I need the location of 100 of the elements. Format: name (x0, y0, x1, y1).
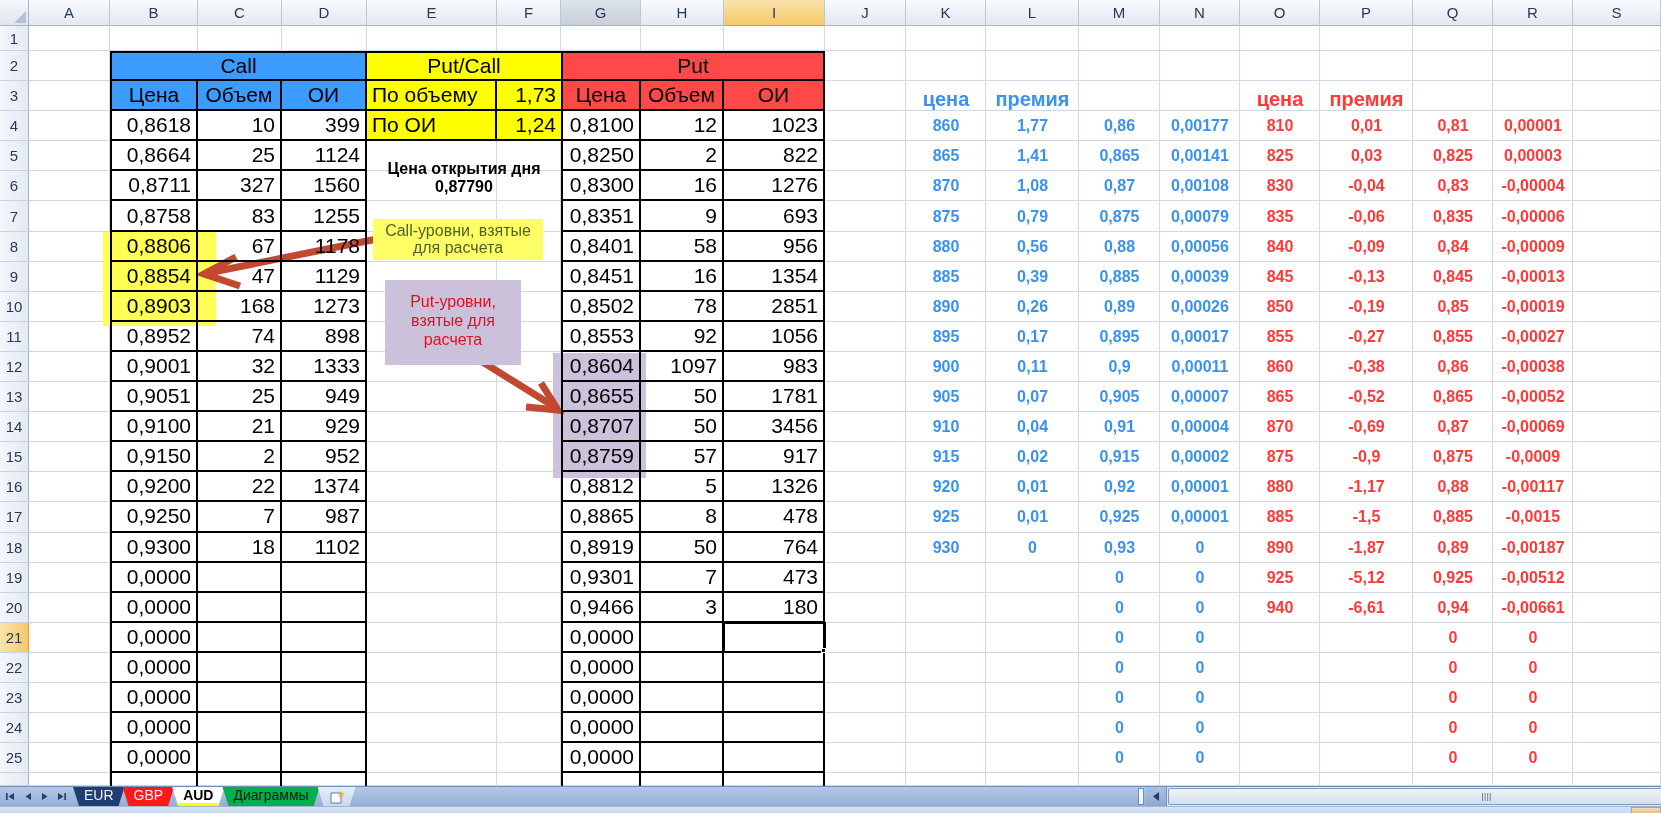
table-cell-text: 0,87 (1436, 417, 1470, 438)
column-header[interactable]: P (1320, 0, 1413, 26)
column-label: цена (1255, 86, 1305, 112)
table-cell: 0,0000 (110, 652, 198, 683)
row-header[interactable]: 12 (0, 351, 29, 383)
row-header[interactable]: 5 (0, 141, 29, 172)
row-header[interactable]: 13 (0, 382, 29, 413)
row-header[interactable]: 7 (0, 201, 29, 232)
row-header[interactable]: 3 (0, 81, 29, 112)
table-cell-text: 890 (1265, 537, 1295, 558)
column-header[interactable]: N (1160, 0, 1240, 26)
row-header[interactable]: 18 (0, 532, 29, 563)
table-cell-text: -0,00006 (1500, 206, 1566, 227)
row-header[interactable]: 19 (0, 562, 29, 593)
row-header[interactable]: 25 (0, 743, 29, 774)
table-cell: 1056 (724, 321, 825, 352)
column-header[interactable]: O (1240, 0, 1320, 26)
row-header[interactable]: 1 (0, 26, 29, 51)
table-cell-text: 0 (1447, 748, 1459, 769)
row-header[interactable]: 11 (0, 321, 29, 352)
table-cell: 0,8502 (561, 291, 641, 322)
table-cell-text: 0,885 (1431, 507, 1474, 528)
table-cell: 1124 (282, 141, 367, 172)
table-cell-text: 0,88 (1436, 477, 1470, 498)
column-header[interactable]: M (1079, 0, 1160, 26)
row-header[interactable]: 15 (0, 442, 29, 473)
column-header[interactable]: B (110, 0, 198, 26)
table-cell-text: -1,17 (1347, 477, 1386, 498)
table-cell-text: 0,00141 (1170, 146, 1230, 167)
column-header[interactable]: Q (1413, 0, 1493, 26)
table-cell-text: 865 (931, 146, 961, 167)
row-header[interactable]: 2 (0, 51, 29, 82)
table-cell: 0,8664 (110, 141, 198, 172)
table-cell-text: -0,0015 (1504, 507, 1562, 528)
row-header[interactable]: 4 (0, 111, 29, 142)
table-cell: 0,0000 (110, 682, 198, 714)
column-header[interactable]: R (1493, 0, 1573, 26)
table-cell-text: 0 (1194, 567, 1206, 588)
table-cell-text: 0,915 (1098, 447, 1141, 468)
row-header[interactable]: 16 (0, 472, 29, 503)
column-header[interactable]: D (282, 0, 367, 26)
column-header[interactable]: C (198, 0, 282, 26)
table-cell-text: 0,835 (1431, 206, 1474, 227)
column-header[interactable]: S (1573, 0, 1661, 26)
table-cell: 50 (641, 382, 724, 413)
column-header[interactable]: E (367, 0, 497, 26)
table-cell-text: -0,69 (1347, 417, 1386, 438)
table-cell-text: 0,875 (1098, 206, 1141, 227)
column-header[interactable]: F (497, 0, 561, 26)
scroll-left-button[interactable] (1146, 787, 1167, 806)
table-cell-text: 0,84 (1436, 236, 1470, 257)
table-cell-text: 0,9 (1107, 357, 1132, 377)
table-cell: 949 (282, 382, 367, 413)
table-cell: 0,9051 (110, 382, 198, 413)
row-header[interactable]: 14 (0, 412, 29, 443)
row-header[interactable]: 22 (0, 652, 29, 683)
row-header[interactable]: 21 (0, 622, 29, 653)
column-header[interactable]: G (561, 0, 641, 26)
row-header[interactable]: 6 (0, 171, 29, 202)
table-cell-text: 850 (1265, 296, 1295, 317)
column-header[interactable]: I (724, 0, 825, 26)
row-header[interactable]: 24 (0, 713, 29, 744)
column-header[interactable]: H (641, 0, 724, 26)
column-header[interactable]: K (906, 0, 986, 26)
table-cell: 12 (641, 111, 724, 142)
table-cell-text: -0,19 (1347, 296, 1386, 317)
callout: Put-уровни, взятые для расчета (385, 279, 521, 365)
table-cell-text: 0,93 (1102, 537, 1137, 558)
table-cell-text: 0,925 (1098, 507, 1141, 528)
table-cell: 1374 (282, 472, 367, 503)
table-cell-text: 0,925 (1431, 567, 1474, 588)
sheet-tab[interactable]: AUD (172, 787, 225, 806)
table-cell: 987 (282, 502, 367, 533)
table-cell-text: 0,91 (1102, 417, 1137, 438)
table-cell-text: 0 (1114, 657, 1125, 678)
table-title: Call (110, 51, 367, 82)
column-header[interactable]: A (29, 0, 110, 26)
fill-handle-icon[interactable] (821, 647, 826, 653)
split-handle[interactable] (1138, 788, 1144, 805)
row-header[interactable]: 20 (0, 592, 29, 623)
sheet-tab[interactable]: EUR (73, 787, 125, 806)
column-header[interactable]: J (825, 0, 906, 26)
row-header[interactable]: 9 (0, 261, 29, 292)
row-header[interactable]: 10 (0, 291, 29, 322)
row-header[interactable]: 17 (0, 502, 29, 533)
table-cell: 952 (282, 442, 367, 473)
table-cell-text: 810 (1265, 116, 1295, 137)
table-cell: 0,9100 (110, 412, 198, 443)
table-cell: 0,8952 (110, 321, 198, 352)
table-cell-text: 890 (931, 296, 961, 317)
active-cell[interactable] (723, 621, 826, 653)
table-cell-text: 925 (931, 507, 961, 528)
row-header[interactable]: 8 (0, 231, 29, 262)
table-cell-text: 0 (1027, 537, 1038, 558)
sheet-tab[interactable]: Диаграммы (222, 787, 320, 806)
table-cell-text: 0,87 (1102, 176, 1137, 197)
table-cell: 25 (198, 382, 282, 413)
row-header[interactable]: 23 (0, 682, 29, 714)
column-header[interactable]: L (986, 0, 1079, 26)
table-cell-text: -5,12 (1347, 567, 1386, 588)
